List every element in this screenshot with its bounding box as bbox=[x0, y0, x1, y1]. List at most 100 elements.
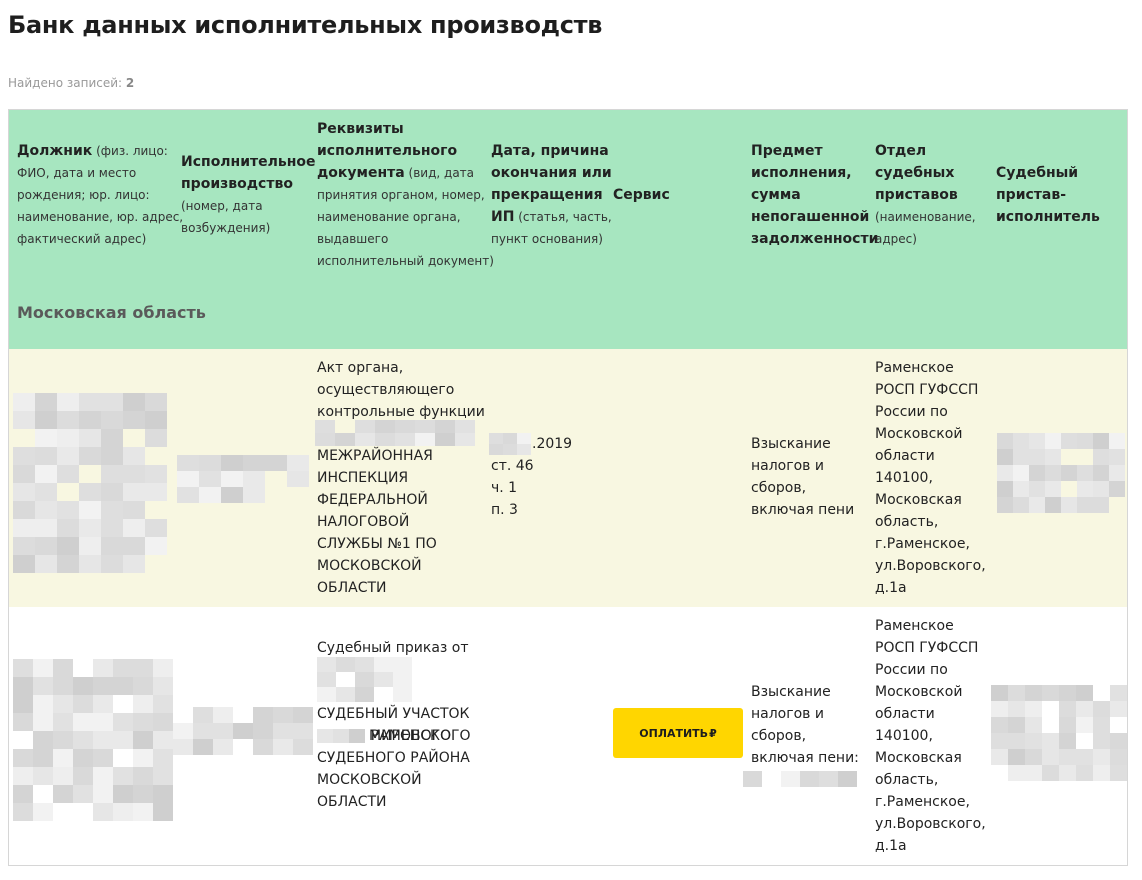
redaction-pixel bbox=[355, 672, 374, 687]
redaction-pixel bbox=[153, 695, 173, 713]
records-count-value: 2 bbox=[125, 76, 135, 90]
redaction-pixel bbox=[253, 707, 273, 723]
text-line: СЛУЖБЫ №1 ПО bbox=[317, 536, 437, 552]
redaction-pixel bbox=[153, 749, 173, 767]
text-line: п. 3 bbox=[491, 502, 518, 518]
redaction-pixel bbox=[838, 771, 857, 787]
redaction-pixel bbox=[93, 731, 113, 749]
redacted-bailiff bbox=[997, 433, 1125, 513]
redacted-bailiff bbox=[991, 685, 1127, 781]
redaction-pixel bbox=[1059, 733, 1076, 749]
redaction-pixel bbox=[781, 771, 800, 787]
header-line: непогашенной bbox=[751, 206, 878, 228]
redaction-pixel bbox=[193, 707, 213, 723]
header-line: ФИО, дата и место bbox=[17, 162, 183, 184]
redaction-pixel bbox=[113, 659, 133, 677]
redaction-pixel bbox=[79, 447, 101, 465]
redacted-document-date bbox=[315, 420, 475, 446]
header-line: принятия органом, номер, bbox=[317, 184, 494, 206]
header-title-part: исполнитель bbox=[996, 209, 1100, 225]
redaction-pixel bbox=[393, 657, 412, 672]
text-line: области bbox=[875, 448, 935, 464]
text-line: Раменское bbox=[875, 618, 954, 634]
bailiff-department: Раменское РОСП ГУФССП России по Московской о… bbox=[875, 357, 986, 599]
redaction-pixel bbox=[1008, 717, 1025, 733]
redaction-pixel bbox=[1029, 497, 1045, 513]
redaction-pixel bbox=[113, 749, 133, 767]
table-header: Должник (физ. лицо: ФИО, дата и место рожд… bbox=[9, 110, 1127, 349]
header-hint-part: рождения; юр. лицо: bbox=[17, 188, 150, 202]
redaction-pixel bbox=[113, 785, 133, 803]
text-line: России по bbox=[875, 662, 948, 678]
header-line: наименование органа, bbox=[317, 206, 494, 228]
redaction-pixel bbox=[287, 487, 309, 503]
redaction-pixel bbox=[123, 393, 145, 411]
redaction-pixel bbox=[1061, 465, 1077, 481]
redaction-pixel bbox=[1110, 685, 1127, 701]
header-line: Должник (физ. лицо: bbox=[17, 140, 183, 162]
redaction-pixel bbox=[123, 519, 145, 537]
redaction-pixel bbox=[13, 393, 35, 411]
redaction-pixel bbox=[35, 537, 57, 555]
header-title-part: документа bbox=[317, 165, 405, 181]
redaction-pixel bbox=[273, 707, 293, 723]
end-reason: ст. 46 ч. 1 п. 3 bbox=[491, 455, 534, 521]
redaction-pixel bbox=[233, 723, 253, 739]
text-line: СУДЕБНЫЙ УЧАСТОК bbox=[317, 706, 470, 722]
redaction-pixel bbox=[1110, 765, 1127, 781]
header-line: задолженности bbox=[751, 228, 878, 250]
redaction-pixel bbox=[1042, 685, 1059, 701]
redaction-pixel bbox=[293, 739, 313, 755]
redaction-pixel bbox=[13, 555, 35, 573]
column-header-department: Отдел судебных приставов (наименование, адре… bbox=[875, 140, 976, 250]
redaction-pixel bbox=[287, 455, 309, 471]
text-line: г.Раменское, bbox=[875, 794, 970, 810]
redaction-pixel bbox=[113, 713, 133, 731]
column-header-end-date: Дата, причина окончания или прекращения ИП … bbox=[491, 140, 612, 250]
text-line: Московская bbox=[875, 750, 962, 766]
redaction-pixel bbox=[1025, 701, 1042, 717]
redaction-pixel bbox=[1109, 449, 1125, 465]
redaction-pixel bbox=[997, 433, 1013, 449]
redaction-pixel bbox=[133, 785, 153, 803]
pay-button-label: ОПЛАТИТЬ bbox=[639, 726, 709, 740]
redaction-pixel bbox=[243, 487, 265, 503]
header-title-part: Реквизиты bbox=[317, 121, 404, 137]
redaction-pixel bbox=[53, 713, 73, 731]
text-line: Московская bbox=[875, 492, 962, 508]
redaction-pixel bbox=[33, 767, 53, 785]
header-hint-part: (физ. лицо: bbox=[92, 144, 168, 158]
header-line: исполнительного bbox=[317, 140, 494, 162]
redaction-pixel bbox=[1076, 749, 1093, 765]
header-line: ИП (статья, часть, bbox=[491, 206, 612, 228]
redaction-pixel bbox=[489, 444, 503, 455]
column-header-debtor: Должник (физ. лицо: ФИО, дата и место рожд… bbox=[17, 140, 183, 250]
redaction-pixel bbox=[133, 695, 153, 713]
redaction-pixel bbox=[317, 729, 333, 743]
redacted-court-number bbox=[317, 729, 365, 743]
redaction-pixel bbox=[13, 749, 33, 767]
pay-button[interactable]: ОПЛАТИТЬ ₽ bbox=[613, 708, 743, 758]
redaction-pixel bbox=[1061, 481, 1077, 497]
redaction-pixel bbox=[79, 537, 101, 555]
redaction-pixel bbox=[1076, 717, 1093, 733]
redaction-pixel bbox=[273, 723, 293, 739]
redaction-pixel bbox=[13, 695, 33, 713]
redaction-pixel bbox=[1061, 449, 1077, 465]
redaction-pixel bbox=[1013, 481, 1029, 497]
redaction-pixel bbox=[33, 713, 53, 731]
header-line: (номер, дата bbox=[181, 195, 316, 217]
redaction-pixel bbox=[1061, 433, 1077, 449]
header-line: возбуждения) bbox=[181, 217, 316, 239]
redaction-pixel bbox=[73, 713, 93, 731]
text-line: сборов, bbox=[751, 480, 807, 496]
redaction-pixel bbox=[35, 411, 57, 429]
redaction-pixel bbox=[991, 749, 1008, 765]
header-line: Исполнительное bbox=[181, 151, 316, 173]
header-line: пристав- bbox=[996, 184, 1100, 206]
redaction-pixel bbox=[101, 537, 123, 555]
header-line: (наименование, bbox=[875, 206, 976, 228]
redaction-pixel bbox=[13, 537, 35, 555]
header-title-part: непогашенной bbox=[751, 209, 870, 225]
header-line: судебных bbox=[875, 162, 976, 184]
